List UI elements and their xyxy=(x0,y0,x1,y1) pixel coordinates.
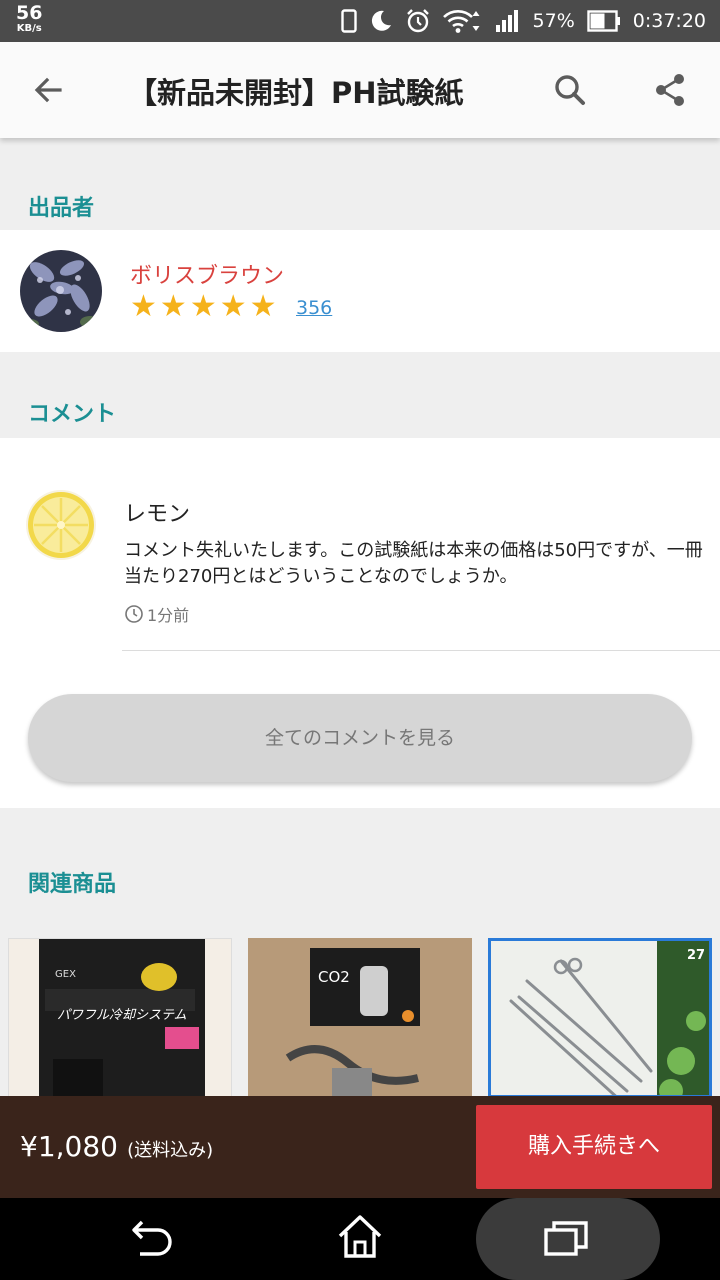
seller-rating-stars: ★ ★ ★ ★ ★ xyxy=(130,292,277,322)
related-section-header: 関連商品 xyxy=(0,808,720,938)
seller-heading: 出品者 xyxy=(28,196,95,221)
network-speed-value: 56 xyxy=(16,2,43,24)
wifi-icon xyxy=(442,10,480,33)
back-arrow-icon[interactable] xyxy=(26,68,70,112)
seller-section-header: 出品者 xyxy=(0,138,720,230)
related-product-3[interactable]: 27 xyxy=(488,938,712,1098)
star-icon: ★ xyxy=(219,289,247,324)
back-nav-icon[interactable] xyxy=(128,1216,178,1262)
rating-count-link[interactable]: 356 xyxy=(296,297,332,319)
battery-icon xyxy=(587,10,620,32)
status-bar: 56 KB/s 57% 0:37:20 xyxy=(0,0,720,42)
related-heading: 関連商品 xyxy=(28,872,117,897)
svg-text:27: 27 xyxy=(687,948,705,963)
recent-apps-icon[interactable] xyxy=(542,1218,592,1260)
star-icon: ★ xyxy=(130,289,157,324)
battery-percent: 57% xyxy=(532,10,575,32)
system-nav-bar xyxy=(0,1198,720,1280)
comment-heading: コメント xyxy=(28,402,117,427)
view-all-comments-button[interactable]: 全てのコメントを見る xyxy=(28,694,692,782)
network-speed-unit: KB/s xyxy=(16,23,42,34)
star-icon: ★ xyxy=(159,289,187,324)
comment-card: レモン コメント失礼いたします。この試験紙は本来の価格は50円ですが、一冊当たり… xyxy=(0,438,720,808)
phone-icon xyxy=(340,9,357,33)
home-nav-icon[interactable] xyxy=(336,1212,384,1262)
related-product-1[interactable]: GEX パワフル冷却システム xyxy=(8,938,232,1098)
moon-icon xyxy=(371,10,391,31)
related-products-row: GEX パワフル冷却システム CO2 27 xyxy=(0,938,720,1098)
purchase-button[interactable]: 購入手続きへ xyxy=(476,1105,712,1189)
commenter-name[interactable]: レモン xyxy=(124,496,190,528)
seller-name[interactable]: ボリスブラウン xyxy=(130,258,284,290)
clock-icon xyxy=(125,605,143,623)
purchase-bar: ¥1,080 (送料込み) 購入手続きへ xyxy=(0,1096,720,1198)
svg-text:CO2: CO2 xyxy=(318,968,350,986)
commenter-avatar[interactable] xyxy=(26,490,96,560)
search-icon[interactable] xyxy=(548,68,592,112)
svg-text:パワフル冷却システム: パワフル冷却システム xyxy=(57,1008,187,1023)
tweezers-photo: 27 xyxy=(491,941,709,1095)
svg-text:GEX: GEX xyxy=(55,969,76,980)
aquarium-cooler-photo: GEX パワフル冷却システム xyxy=(9,939,231,1097)
price-amount: ¥1,080 xyxy=(20,1130,118,1163)
co2-regulator-photo: CO2 xyxy=(248,938,472,1098)
clock: 0:37:20 xyxy=(632,10,706,32)
price: ¥1,080 (送料込み) xyxy=(20,1130,213,1163)
comment-text: コメント失礼いたします。この試験紙は本来の価格は50円ですが、一冊当たり270円… xyxy=(124,540,703,587)
comment-section-header: コメント xyxy=(0,352,720,438)
comment-timestamp: 1分前 xyxy=(124,602,189,626)
app-bar: 【新品未開封】PH試験紙 xyxy=(0,42,720,138)
seller-card[interactable]: ボリスブラウン ★ ★ ★ ★ ★ 356 xyxy=(0,230,720,352)
divider xyxy=(122,650,720,651)
network-speed: 56 KB/s xyxy=(16,4,42,34)
page-title: 【新品未開封】PH試験紙 xyxy=(128,76,464,110)
seller-avatar[interactable] xyxy=(20,250,102,332)
comment-time-text: 1分前 xyxy=(147,606,190,625)
alarm-icon xyxy=(406,9,429,33)
signal-icon xyxy=(495,10,518,32)
share-icon[interactable] xyxy=(648,68,692,112)
related-product-2[interactable]: CO2 xyxy=(248,938,472,1098)
star-icon: ★ xyxy=(189,289,217,324)
shipping-note: (送料込み) xyxy=(127,1140,214,1161)
star-icon: ★ xyxy=(249,289,277,324)
